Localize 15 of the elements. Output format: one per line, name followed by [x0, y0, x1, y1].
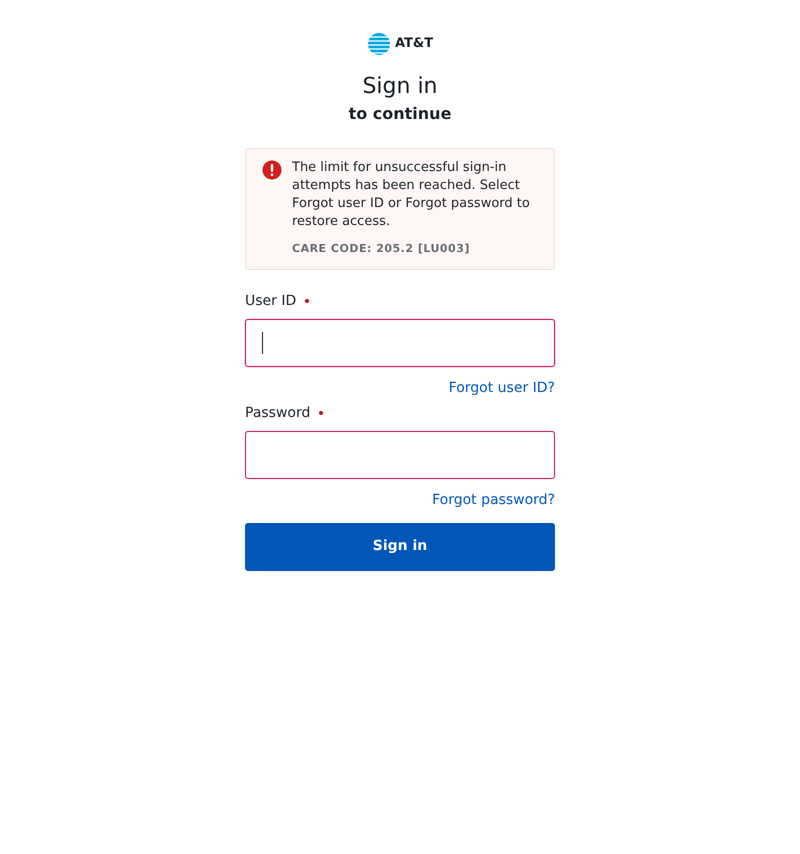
field-label: Password	[245, 404, 310, 422]
page-subtitle: to continue	[348, 103, 452, 125]
input-field[interactable]	[245, 430, 555, 478]
field-label: User ID	[245, 292, 296, 310]
sign-in-button[interactable]: Sign in	[245, 522, 555, 570]
error-icon	[262, 160, 282, 180]
page-title: Sign in	[362, 73, 438, 101]
forgot-link[interactable]: Forgot user ID?	[448, 378, 555, 398]
forgot-link[interactable]: Forgot password?	[432, 490, 555, 510]
globe-logo-icon	[366, 32, 391, 56]
care-code: CARE CODE: 205.2 [LU003]	[292, 241, 471, 257]
brand-logo-text: AT&T	[394, 35, 434, 54]
error-message: The limit for unsuccessful sign-in attempts has been reached. Select Forgot user ID or Forgot password to restore access.	[292, 159, 531, 231]
text-caret-icon	[262, 332, 263, 354]
input-field[interactable]	[245, 318, 555, 366]
